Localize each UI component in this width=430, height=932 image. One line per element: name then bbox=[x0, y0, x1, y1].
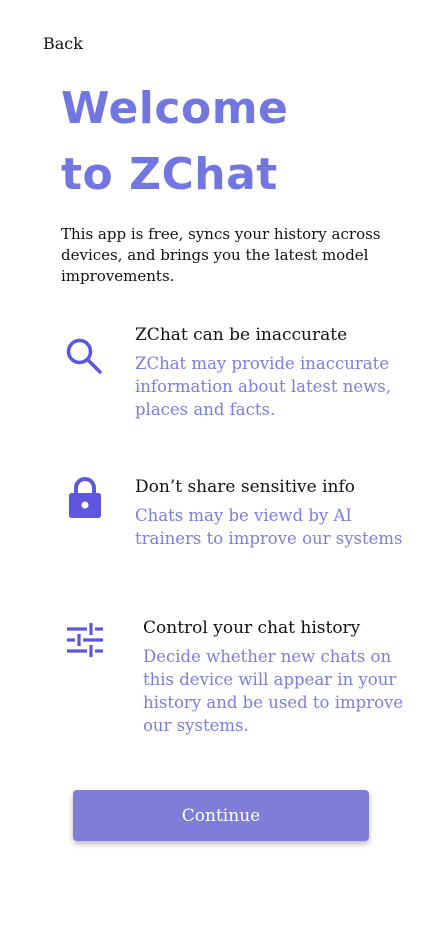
feature-title: ZChat can be inaccurate bbox=[135, 325, 348, 345]
page-title: Welcome to ZChat bbox=[61, 76, 401, 208]
intro-text: This app is free, syncs your history acr… bbox=[61, 225, 381, 285]
feature-description: Decide whether new chats on this device … bbox=[143, 647, 404, 735]
feature-description: Chats may be viewd by AI trainers to imp… bbox=[135, 506, 403, 548]
title-line-2: to ZChat bbox=[61, 149, 278, 200]
back-link[interactable]: Back bbox=[43, 34, 83, 53]
sliders-icon bbox=[65, 620, 105, 660]
feature-title: Control your chat history bbox=[143, 618, 361, 638]
feature-description: ZChat may provide inaccurate information… bbox=[135, 354, 391, 419]
feature-title: Don’t share sensitive info bbox=[135, 477, 355, 497]
title-line-1: Welcome bbox=[61, 83, 289, 134]
continue-button[interactable]: Continue bbox=[73, 790, 369, 841]
lock-icon bbox=[65, 476, 105, 518]
search-icon bbox=[64, 336, 104, 376]
